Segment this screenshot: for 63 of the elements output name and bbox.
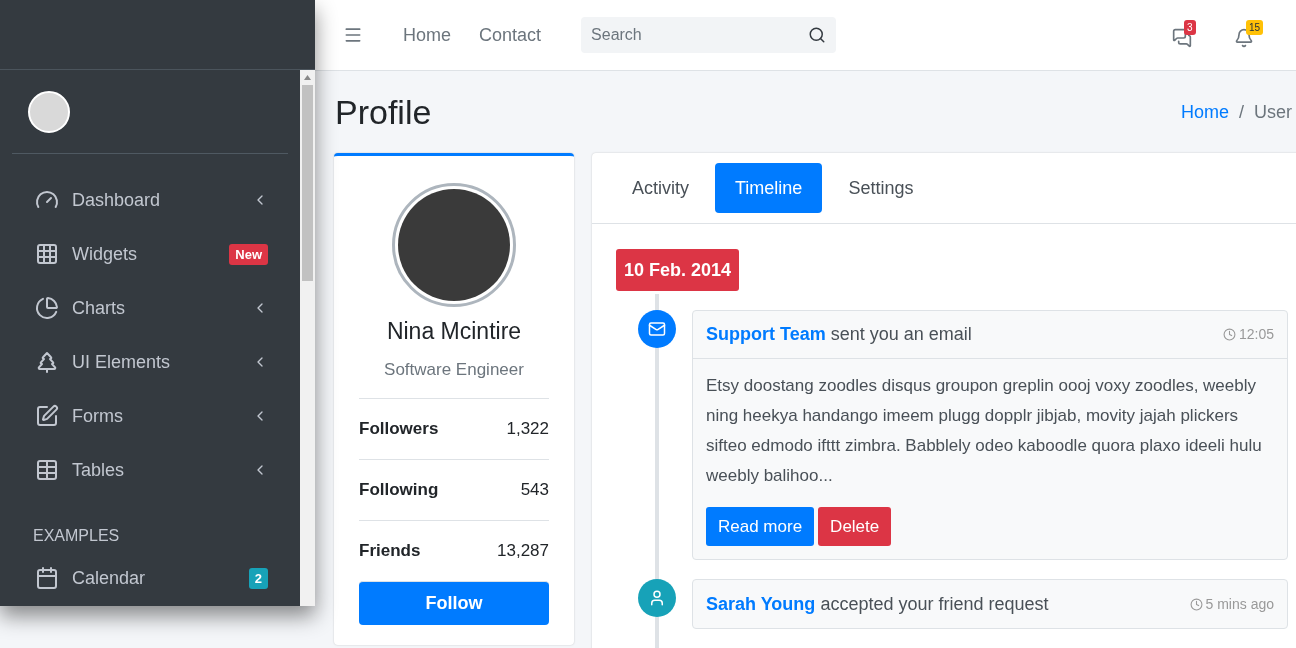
page-title: Profile [335,91,432,133]
stat-label: Following [359,479,439,502]
menu-item[interactable]: Charts [0,281,300,335]
stat-label: Followers [359,418,439,441]
menu-item[interactable]: Dashboard [0,173,300,227]
user-icon [648,589,666,607]
tab[interactable]: Settings [828,163,934,213]
clock-icon [1222,328,1236,341]
stat-label: Friends [359,540,421,563]
delete-button[interactable]: Delete [818,507,892,546]
avatar [28,90,70,133]
menu-badge: New [229,243,268,265]
menu-label: Tables [72,458,126,482]
count-badge: 3 [1184,20,1196,35]
menu-label: Calendar [72,566,147,590]
clock-icon [1189,597,1203,611]
breadcrumb-separator: / [1238,100,1244,124]
menu-badge: 2 [248,567,268,589]
menu-label: UI Elements [72,350,172,374]
menu-item[interactable]: Widgets New [0,227,300,281]
edit-icon [35,404,59,428]
stat-value: 543 [520,479,549,502]
tab[interactable]: Activity [612,163,709,213]
search-icon[interactable] [808,26,827,44]
follow-button[interactable]: Follow [359,581,549,625]
read-more-button[interactable]: Read more [706,507,815,546]
section-header: EXAMPLES [32,526,121,546]
menu-item[interactable]: Calendar 2 [0,551,300,605]
item-time: 12:05 [1238,325,1274,344]
notifications-button[interactable]: 15 [1234,20,1266,50]
count-badge: 15 [1246,20,1264,35]
menu-item[interactable]: Forms [0,389,300,443]
item-time: 5 mins ago [1205,594,1274,614]
item-body: Etsy doostang zoodles disqus groupon greplin oooj voxy zoodles, weebly ning heekya handango imeem plugg dopplr jibjab, movity jajah plickers sifteo edmodo ifttt zimbra. Babblely odeo kaboodle quora plaxo ideeli hulu weebly balihoo... [705,375,1263,487]
item-header: Support Team sent you an email [706,323,972,346]
menu-label: Forms [72,404,124,428]
menu-label: Widgets [72,242,139,266]
breadcrumb-link[interactable]: Home [1180,98,1229,126]
stat-value: 1,322 [506,418,549,441]
nav-link[interactable]: Home [403,21,451,49]
search-field[interactable]: Search [581,17,837,53]
menu-item[interactable]: Tables [0,443,300,497]
nav-link[interactable]: Contact [479,21,542,49]
breadcrumb-link[interactable]: User [1254,98,1292,126]
date-label: 10 Feb. 2014 [616,249,740,291]
messages-button[interactable]: 3 [1172,20,1204,50]
tree-icon [35,350,59,374]
menu-item[interactable]: UI Elements [0,335,300,389]
pie-chart-icon [35,296,59,320]
table-icon [35,458,59,482]
grid-icon [35,242,59,266]
item-header: Sarah Young accepted your friend request [706,592,1049,616]
menu-label: Dashboard [72,188,162,212]
tab[interactable]: Timeline [715,163,823,213]
scrollbar[interactable] [300,70,315,606]
menu-label: Charts [72,296,126,320]
profile-name: Nina Mcintire [386,317,522,346]
envelope-icon [648,320,666,338]
profile-role: Software Engineer [384,358,524,381]
menu-icon[interactable] [343,25,363,45]
scroll-up-arrow-icon[interactable] [304,75,311,80]
stat-value: 13,287 [497,540,549,563]
calendar-icon [35,566,59,590]
